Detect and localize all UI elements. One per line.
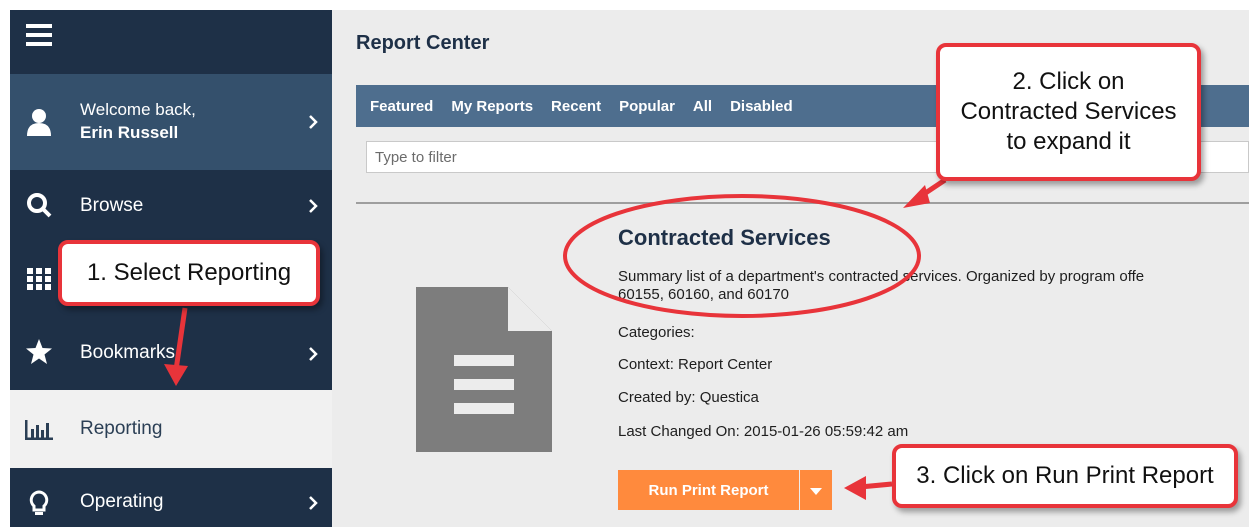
annotation-step-2: 2. Click on Contracted Services to expan… (936, 43, 1201, 181)
annotation-step-1: 1. Select Reporting (58, 240, 320, 306)
annotation-step-2-line: to expand it (1006, 128, 1131, 155)
annotation-step-3: 3. Click on Run Print Report (892, 444, 1238, 508)
highlight-ellipse (563, 194, 921, 318)
arrow-3-head (844, 476, 866, 500)
annotation-step-2-line: 2. Click on (1012, 68, 1125, 95)
arrow-1-head (164, 364, 188, 386)
arrow-2-head (903, 185, 930, 208)
annotation-step-2-line: Contracted Services (960, 98, 1177, 125)
arrow-1-shaft (173, 307, 188, 371)
